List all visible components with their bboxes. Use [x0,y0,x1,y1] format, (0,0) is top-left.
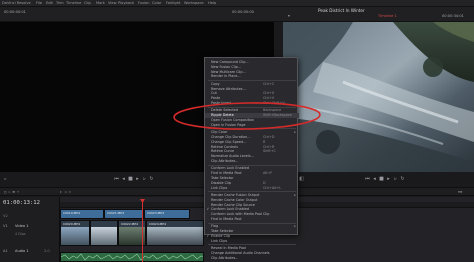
highlight-annotation-ellipse [173,102,321,130]
